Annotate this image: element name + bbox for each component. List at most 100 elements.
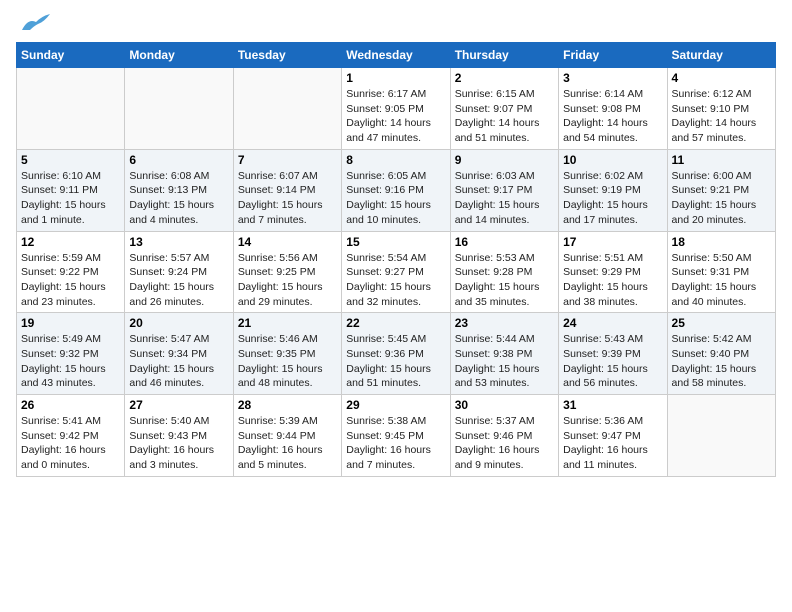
calendar-cell: 8 Sunrise: 6:05 AM Sunset: 9:16 PM Daylig… bbox=[342, 149, 450, 231]
day-info: Sunrise: 5:41 AM Sunset: 9:42 PM Dayligh… bbox=[21, 414, 120, 473]
day-info: Sunrise: 6:07 AM Sunset: 9:14 PM Dayligh… bbox=[238, 169, 337, 228]
day-number: 28 bbox=[238, 398, 337, 412]
day-number: 17 bbox=[563, 235, 662, 249]
calendar-cell: 15 Sunrise: 5:54 AM Sunset: 9:27 PM Dayli… bbox=[342, 231, 450, 313]
calendar-cell: 14 Sunrise: 5:56 AM Sunset: 9:25 PM Dayli… bbox=[233, 231, 341, 313]
calendar-cell: 31 Sunrise: 5:36 AM Sunset: 9:47 PM Dayli… bbox=[559, 395, 667, 477]
calendar-cell: 3 Sunrise: 6:14 AM Sunset: 9:08 PM Daylig… bbox=[559, 68, 667, 150]
calendar-cell: 2Sunrise: 6:15 AM Sunset: 9:07 PM Daylig… bbox=[450, 68, 558, 150]
calendar-cell: 18Sunrise: 5:50 AM Sunset: 9:31 PM Dayli… bbox=[667, 231, 775, 313]
day-number: 19 bbox=[21, 316, 120, 330]
day-info: Sunrise: 6:00 AM Sunset: 9:21 PM Dayligh… bbox=[672, 169, 771, 228]
day-info: Sunrise: 6:08 AM Sunset: 9:13 PM Dayligh… bbox=[129, 169, 228, 228]
calendar-cell: 19 Sunrise: 5:49 AM Sunset: 9:32 PM Dayli… bbox=[17, 313, 125, 395]
day-info: Sunrise: 5:56 AM Sunset: 9:25 PM Dayligh… bbox=[238, 251, 337, 310]
calendar-cell bbox=[233, 68, 341, 150]
calendar-header-row: SundayMondayTuesdayWednesdayThursdayFrid… bbox=[17, 43, 776, 68]
day-info: Sunrise: 6:17 AM Sunset: 9:05 PM Dayligh… bbox=[346, 87, 445, 146]
day-info: Sunrise: 5:59 AM Sunset: 9:22 PM Dayligh… bbox=[21, 251, 120, 310]
day-number: 8 bbox=[346, 153, 445, 167]
day-info: Sunrise: 5:47 AM Sunset: 9:34 PM Dayligh… bbox=[129, 332, 228, 391]
calendar-week-row: 19 Sunrise: 5:49 AM Sunset: 9:32 PM Dayli… bbox=[17, 313, 776, 395]
calendar-cell: 17Sunrise: 5:51 AM Sunset: 9:29 PM Dayli… bbox=[559, 231, 667, 313]
day-info: Sunrise: 5:42 AM Sunset: 9:40 PM Dayligh… bbox=[672, 332, 771, 391]
day-number: 27 bbox=[129, 398, 228, 412]
day-info: Sunrise: 5:44 AM Sunset: 9:38 PM Dayligh… bbox=[455, 332, 554, 391]
day-number: 25 bbox=[672, 316, 771, 330]
calendar-cell: 1 Sunrise: 6:17 AM Sunset: 9:05 PM Daylig… bbox=[342, 68, 450, 150]
day-number: 13 bbox=[129, 235, 228, 249]
day-info: Sunrise: 5:46 AM Sunset: 9:35 PM Dayligh… bbox=[238, 332, 337, 391]
calendar-cell: 12 Sunrise: 5:59 AM Sunset: 9:22 PM Dayli… bbox=[17, 231, 125, 313]
day-info: Sunrise: 6:02 AM Sunset: 9:19 PM Dayligh… bbox=[563, 169, 662, 228]
day-info: Sunrise: 6:12 AM Sunset: 9:10 PM Dayligh… bbox=[672, 87, 771, 146]
calendar-cell: 29 Sunrise: 5:38 AM Sunset: 9:45 PM Dayli… bbox=[342, 395, 450, 477]
calendar-cell: 28 Sunrise: 5:39 AM Sunset: 9:44 PM Dayli… bbox=[233, 395, 341, 477]
day-number: 5 bbox=[21, 153, 120, 167]
day-number: 11 bbox=[672, 153, 771, 167]
calendar-cell: 10 Sunrise: 6:02 AM Sunset: 9:19 PM Dayli… bbox=[559, 149, 667, 231]
day-info: Sunrise: 5:45 AM Sunset: 9:36 PM Dayligh… bbox=[346, 332, 445, 391]
calendar-cell: 4 Sunrise: 6:12 AM Sunset: 9:10 PM Daylig… bbox=[667, 68, 775, 150]
day-number: 12 bbox=[21, 235, 120, 249]
day-info: Sunrise: 5:49 AM Sunset: 9:32 PM Dayligh… bbox=[21, 332, 120, 391]
day-info: Sunrise: 5:57 AM Sunset: 9:24 PM Dayligh… bbox=[129, 251, 228, 310]
day-number: 30 bbox=[455, 398, 554, 412]
day-info: Sunrise: 6:10 AM Sunset: 9:11 PM Dayligh… bbox=[21, 169, 120, 228]
calendar-cell: 27 Sunrise: 5:40 AM Sunset: 9:43 PM Dayli… bbox=[125, 395, 233, 477]
day-info: Sunrise: 5:54 AM Sunset: 9:27 PM Dayligh… bbox=[346, 251, 445, 310]
day-info: Sunrise: 5:53 AM Sunset: 9:28 PM Dayligh… bbox=[455, 251, 554, 310]
calendar-cell: 11 Sunrise: 6:00 AM Sunset: 9:21 PM Dayli… bbox=[667, 149, 775, 231]
day-info: Sunrise: 5:39 AM Sunset: 9:44 PM Dayligh… bbox=[238, 414, 337, 473]
day-number: 2 bbox=[455, 71, 554, 85]
calendar-week-row: 26Sunrise: 5:41 AM Sunset: 9:42 PM Dayli… bbox=[17, 395, 776, 477]
calendar-cell: 13 Sunrise: 5:57 AM Sunset: 9:24 PM Dayli… bbox=[125, 231, 233, 313]
calendar-cell: 7 Sunrise: 6:07 AM Sunset: 9:14 PM Daylig… bbox=[233, 149, 341, 231]
day-info: Sunrise: 5:40 AM Sunset: 9:43 PM Dayligh… bbox=[129, 414, 228, 473]
day-number: 15 bbox=[346, 235, 445, 249]
page-header bbox=[16, 16, 776, 34]
day-number: 20 bbox=[129, 316, 228, 330]
day-number: 9 bbox=[455, 153, 554, 167]
day-number: 10 bbox=[563, 153, 662, 167]
day-number: 29 bbox=[346, 398, 445, 412]
calendar-cell: 25 Sunrise: 5:42 AM Sunset: 9:40 PM Dayli… bbox=[667, 313, 775, 395]
calendar-cell bbox=[125, 68, 233, 150]
calendar-cell: 16 Sunrise: 5:53 AM Sunset: 9:28 PM Dayli… bbox=[450, 231, 558, 313]
weekday-header-saturday: Saturday bbox=[667, 43, 775, 68]
day-number: 1 bbox=[346, 71, 445, 85]
calendar-cell bbox=[667, 395, 775, 477]
calendar-cell bbox=[17, 68, 125, 150]
weekday-header-wednesday: Wednesday bbox=[342, 43, 450, 68]
day-number: 24 bbox=[563, 316, 662, 330]
calendar-cell: 20 Sunrise: 5:47 AM Sunset: 9:34 PM Dayli… bbox=[125, 313, 233, 395]
day-number: 31 bbox=[563, 398, 662, 412]
day-number: 4 bbox=[672, 71, 771, 85]
day-info: Sunrise: 5:50 AM Sunset: 9:31 PM Dayligh… bbox=[672, 251, 771, 310]
day-number: 21 bbox=[238, 316, 337, 330]
calendar-table: SundayMondayTuesdayWednesdayThursdayFrid… bbox=[16, 42, 776, 477]
day-info: Sunrise: 6:03 AM Sunset: 9:17 PM Dayligh… bbox=[455, 169, 554, 228]
day-info: Sunrise: 5:36 AM Sunset: 9:47 PM Dayligh… bbox=[563, 414, 662, 473]
day-number: 23 bbox=[455, 316, 554, 330]
day-info: Sunrise: 5:38 AM Sunset: 9:45 PM Dayligh… bbox=[346, 414, 445, 473]
calendar-cell: 9 Sunrise: 6:03 AM Sunset: 9:17 PM Daylig… bbox=[450, 149, 558, 231]
weekday-header-friday: Friday bbox=[559, 43, 667, 68]
day-number: 6 bbox=[129, 153, 228, 167]
day-number: 3 bbox=[563, 71, 662, 85]
weekday-header-sunday: Sunday bbox=[17, 43, 125, 68]
day-number: 7 bbox=[238, 153, 337, 167]
weekday-header-tuesday: Tuesday bbox=[233, 43, 341, 68]
calendar-cell: 5 Sunrise: 6:10 AM Sunset: 9:11 PM Daylig… bbox=[17, 149, 125, 231]
day-info: Sunrise: 5:43 AM Sunset: 9:39 PM Dayligh… bbox=[563, 332, 662, 391]
day-number: 14 bbox=[238, 235, 337, 249]
calendar-week-row: 1 Sunrise: 6:17 AM Sunset: 9:05 PM Daylig… bbox=[17, 68, 776, 150]
day-info: Sunrise: 6:14 AM Sunset: 9:08 PM Dayligh… bbox=[563, 87, 662, 146]
day-number: 16 bbox=[455, 235, 554, 249]
calendar-week-row: 12 Sunrise: 5:59 AM Sunset: 9:22 PM Dayli… bbox=[17, 231, 776, 313]
calendar-week-row: 5 Sunrise: 6:10 AM Sunset: 9:11 PM Daylig… bbox=[17, 149, 776, 231]
calendar-cell: 6 Sunrise: 6:08 AM Sunset: 9:13 PM Daylig… bbox=[125, 149, 233, 231]
day-info: Sunrise: 6:05 AM Sunset: 9:16 PM Dayligh… bbox=[346, 169, 445, 228]
calendar-cell: 24 Sunrise: 5:43 AM Sunset: 9:39 PM Dayli… bbox=[559, 313, 667, 395]
logo bbox=[16, 16, 52, 34]
